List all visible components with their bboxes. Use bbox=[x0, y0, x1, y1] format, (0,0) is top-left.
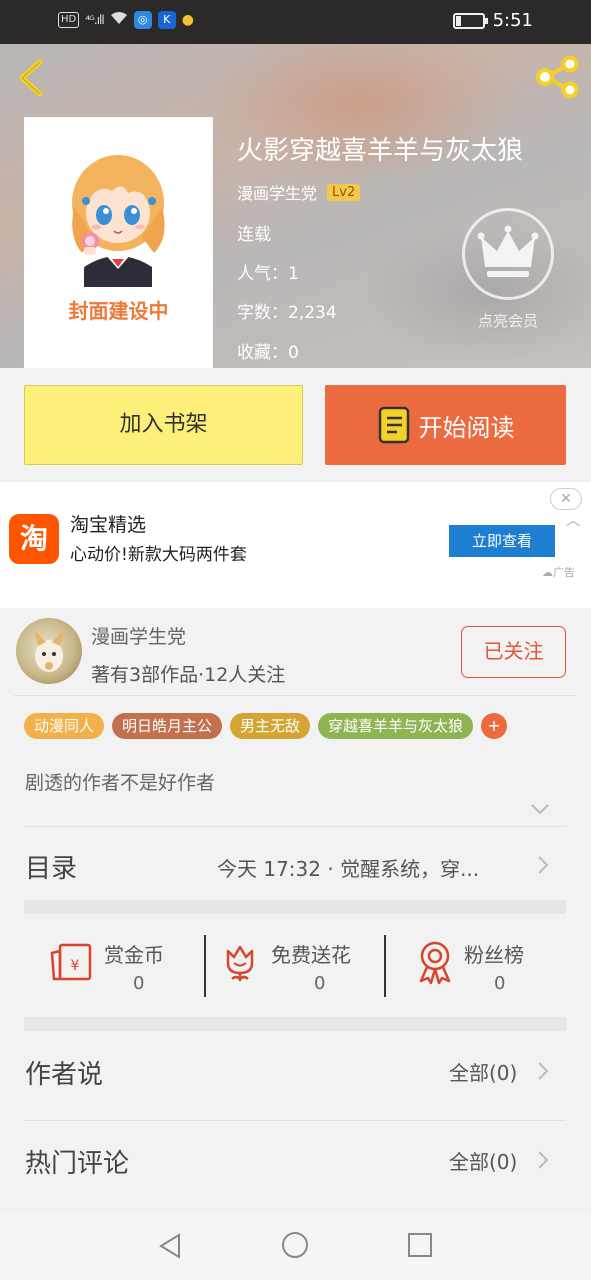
level-badge: Lv2 bbox=[327, 183, 361, 201]
reward-flowers-value: 0 bbox=[314, 973, 326, 994]
book-actions: 加入书架 开始阅读 bbox=[0, 368, 591, 482]
status-bar: HD ⁴ᴳ.ıll ◎ K ● 5:51 bbox=[0, 0, 591, 44]
book-favorites: 收藏：0 bbox=[237, 343, 299, 363]
app-notification-icon: ◎ bbox=[133, 10, 152, 29]
book-header: 封面建设中 火影穿越喜羊羊与灰太狼 漫画学生党 Lv2 连载 人气：1 字数：2… bbox=[0, 44, 591, 368]
reward-flowers-label: 免费送花 bbox=[271, 943, 351, 967]
book-author[interactable]: 漫画学生党 bbox=[237, 180, 317, 204]
reward-fans-label: 粉丝榜 bbox=[464, 943, 524, 967]
tag-item[interactable]: 明日皓月主公 bbox=[112, 713, 223, 739]
chevron-up-icon[interactable]: ︿ bbox=[566, 510, 580, 530]
author-section: 漫画学生党 著有3部作品·12人关注 已关注 动漫同人 明日皓月主公 男主无敌 穿越喜… bbox=[0, 608, 591, 1212]
flower-icon bbox=[226, 945, 254, 981]
divider bbox=[384, 935, 386, 997]
ad-banner[interactable]: 淘 淘宝精选 心动价!新款大码两件套 立即查看 ✕ ︿ ☁广告 bbox=[0, 482, 591, 608]
back-button[interactable] bbox=[14, 58, 48, 98]
status-time: 5:51 bbox=[492, 10, 533, 31]
ad-view-button[interactable]: 立即查看 bbox=[449, 525, 555, 557]
share-icon bbox=[536, 55, 579, 99]
divider bbox=[204, 935, 206, 997]
book-popularity: 人气：1 bbox=[237, 264, 299, 284]
section-separator bbox=[24, 1017, 566, 1031]
author-avatar[interactable] bbox=[16, 618, 82, 684]
ad-mark-label: 广告 bbox=[553, 566, 575, 579]
book-cover[interactable]: 封面建设中 bbox=[24, 117, 213, 368]
reward-fans-value: 0 bbox=[494, 973, 506, 994]
red-envelope-icon: ¥ bbox=[50, 943, 92, 981]
system-nav-bar bbox=[0, 1212, 591, 1280]
bulb-icon: ● bbox=[181, 11, 194, 28]
expand-button[interactable] bbox=[530, 800, 550, 819]
start-reading-button[interactable]: 开始阅读 bbox=[325, 385, 566, 465]
status-right: 5:51 bbox=[452, 10, 533, 31]
divider bbox=[24, 1120, 566, 1121]
section-separator bbox=[24, 900, 566, 914]
signal-icon: ⁴ᴳ.ıll bbox=[85, 12, 105, 27]
ad-subtitle: 心动价!新款大码两件套 bbox=[70, 545, 247, 565]
divider bbox=[14, 695, 577, 696]
tag-item[interactable]: 穿越喜羊羊与灰太狼 bbox=[318, 713, 474, 739]
medal-icon bbox=[419, 941, 451, 985]
start-reading-label: 开始阅读 bbox=[418, 413, 515, 442]
tag-item[interactable]: 动漫同人 bbox=[24, 713, 105, 739]
ad-close-button[interactable]: ✕ bbox=[550, 488, 582, 510]
hd-indicator: HD bbox=[58, 11, 80, 28]
k-app-notification-icon: K bbox=[157, 10, 176, 29]
nav-home-icon[interactable] bbox=[281, 1231, 309, 1259]
anime-girl-illustration bbox=[72, 155, 165, 287]
toc-title[interactable]: 目录 bbox=[25, 848, 77, 885]
reward-coins-value: 0 bbox=[133, 973, 145, 994]
nav-back-icon[interactable] bbox=[157, 1232, 183, 1260]
chevron-right-icon[interactable] bbox=[537, 1061, 549, 1081]
book-title: 火影穿越喜羊羊与灰太狼 bbox=[237, 136, 524, 166]
hot-comments-all-link[interactable]: 全部(0) bbox=[449, 1146, 517, 1175]
svg-text:¥: ¥ bbox=[71, 958, 80, 974]
book-icon bbox=[378, 406, 409, 444]
book-description: 剧透的作者不是好作者 bbox=[25, 772, 216, 794]
chevron-down-icon bbox=[531, 804, 549, 815]
chevron-right-icon[interactable] bbox=[537, 855, 549, 875]
author-says-title[interactable]: 作者说 bbox=[25, 1054, 103, 1091]
tag-item[interactable]: 男主无敌 bbox=[230, 713, 311, 739]
book-status: 连载 bbox=[237, 225, 271, 245]
share-button[interactable] bbox=[535, 55, 581, 99]
author-says-all-link[interactable]: 全部(0) bbox=[449, 1057, 517, 1086]
ad-mark: ☁广告 bbox=[542, 566, 575, 579]
toc-latest-chapter[interactable]: 今天 17:32 · 觉醒系统，穿... bbox=[217, 853, 479, 882]
taobao-logo: 淘 bbox=[9, 514, 59, 564]
crown-icon bbox=[477, 225, 539, 277]
reward-coins[interactable]: ¥ 赏金币 0 bbox=[50, 933, 200, 999]
book-author-line: 漫画学生党 Lv2 bbox=[237, 180, 361, 204]
status-left: HD ⁴ᴳ.ıll ◎ K ● bbox=[58, 10, 194, 29]
vip-button[interactable] bbox=[462, 208, 554, 300]
chevron-right-icon[interactable] bbox=[537, 1150, 549, 1170]
nav-recents-icon[interactable] bbox=[407, 1232, 433, 1258]
ad-title: 淘宝精选 bbox=[70, 514, 147, 536]
add-to-shelf-button[interactable]: 加入书架 bbox=[24, 385, 303, 465]
battery-level bbox=[455, 15, 461, 26]
wifi-icon bbox=[110, 10, 128, 29]
divider bbox=[24, 826, 566, 827]
reward-coins-label: 赏金币 bbox=[104, 943, 164, 967]
chevron-left-icon bbox=[19, 59, 43, 97]
author-name[interactable]: 漫画学生党 bbox=[91, 622, 186, 649]
tag-list: 动漫同人 明日皓月主公 男主无敌 穿越喜羊羊与灰太狼 + bbox=[24, 713, 508, 739]
book-word-count: 字数：2,234 bbox=[237, 303, 337, 323]
hot-comments-title[interactable]: 热门评论 bbox=[25, 1143, 129, 1180]
vip-label: 点亮会员 bbox=[477, 312, 538, 330]
author-stats: 著有3部作品·12人关注 bbox=[91, 664, 286, 686]
cover-placeholder-text: 封面建设中 bbox=[68, 299, 169, 323]
follow-button[interactable]: 已关注 bbox=[461, 626, 566, 678]
avatar-illustration bbox=[34, 630, 64, 672]
battery-icon bbox=[452, 12, 488, 29]
add-tag-button[interactable]: + bbox=[481, 713, 508, 739]
reward-fans-rank[interactable]: 粉丝榜 0 bbox=[415, 933, 565, 999]
reward-flowers[interactable]: 免费送花 0 bbox=[220, 933, 380, 999]
